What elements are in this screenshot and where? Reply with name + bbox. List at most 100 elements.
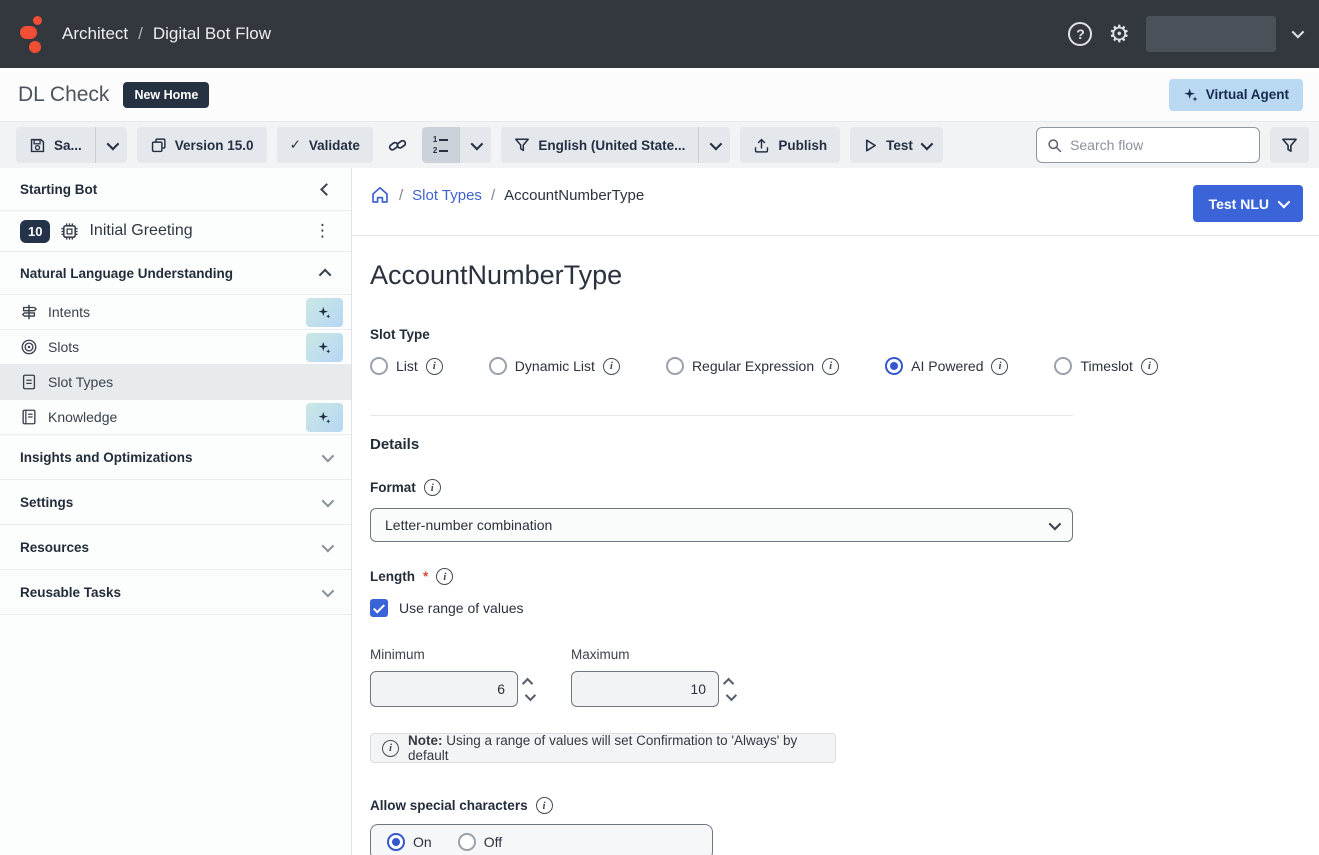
maximum-input[interactable] xyxy=(571,671,719,707)
sparkle-icon xyxy=(1183,87,1199,103)
publish-icon xyxy=(753,137,770,154)
sparkle-icon xyxy=(317,340,332,355)
user-account-menu[interactable] xyxy=(1146,16,1276,52)
sidebar-item-initial-greeting[interactable]: 10 Initial Greeting ⋮ xyxy=(0,211,351,252)
sidebar-section-reusable-tasks[interactable]: Reusable Tasks xyxy=(0,570,351,615)
radio-label: Timeslot xyxy=(1080,358,1132,374)
info-icon[interactable]: i xyxy=(536,797,553,814)
sparkle-icon xyxy=(317,305,332,320)
info-icon[interactable]: i xyxy=(822,358,839,375)
info-icon[interactable]: i xyxy=(1141,358,1158,375)
save-menu-button[interactable] xyxy=(96,127,127,163)
test-button[interactable]: Test xyxy=(850,127,943,163)
required-asterisk: * xyxy=(423,569,428,584)
flow-name: DL Check xyxy=(18,83,109,107)
info-icon[interactable]: i xyxy=(603,358,620,375)
section-label: Settings xyxy=(20,495,73,510)
radio-label: Regular Expression xyxy=(692,358,814,374)
validate-button[interactable]: ✓ Validate xyxy=(277,127,373,163)
use-range-label: Use range of values xyxy=(399,600,524,616)
step-up-icon[interactable] xyxy=(522,677,533,688)
task-count-badge: 10 xyxy=(20,220,50,243)
radio-on[interactable]: On xyxy=(387,833,432,851)
breadcrumb-slot-types[interactable]: Slot Types xyxy=(412,187,482,204)
info-icon[interactable]: i xyxy=(436,568,453,585)
user-menu-chevron-icon[interactable] xyxy=(1292,25,1301,43)
maximum-stepper[interactable] xyxy=(726,678,734,701)
page-title: Digital Bot Flow xyxy=(153,24,271,44)
language-button[interactable]: English (United State... xyxy=(501,127,699,163)
info-icon: i xyxy=(382,740,399,757)
link-button[interactable] xyxy=(383,135,412,156)
sequence-list-button[interactable]: 12 xyxy=(422,127,460,163)
sequence-list-menu-button[interactable] xyxy=(460,127,491,163)
check-icon: ✓ xyxy=(290,137,301,153)
sidebar-item-slot-types[interactable]: Slot Types xyxy=(0,365,351,400)
sidebar-section-nlu[interactable]: Natural Language Understanding xyxy=(0,252,351,295)
use-range-checkbox-row[interactable]: Use range of values xyxy=(370,599,1073,617)
step-down-icon[interactable] xyxy=(525,689,536,700)
minimum-input[interactable] xyxy=(370,671,518,707)
sidebar-item-knowledge[interactable]: Knowledge xyxy=(0,400,351,435)
radio-label: On xyxy=(413,834,432,850)
help-icon[interactable]: ? xyxy=(1068,22,1092,46)
collapse-sidebar-icon[interactable] xyxy=(322,182,331,197)
home-icon[interactable] xyxy=(370,185,390,205)
save-icon xyxy=(29,137,46,154)
section-label: Starting Bot xyxy=(20,182,97,197)
allow-special-characters-label: Allow special characters i xyxy=(370,797,1073,814)
publish-button[interactable]: Publish xyxy=(740,127,840,163)
language-menu-button[interactable] xyxy=(699,127,730,163)
app-name: Architect xyxy=(62,24,128,44)
publish-label: Publish xyxy=(778,138,827,153)
radio-label: AI Powered xyxy=(911,358,983,374)
radio-timeslot[interactable]: Timeslot i xyxy=(1054,357,1157,375)
virtual-agent-label: Virtual Agent xyxy=(1206,87,1289,102)
virtual-agent-button[interactable]: Virtual Agent xyxy=(1169,79,1303,111)
versions-icon xyxy=(150,137,167,154)
radio-off[interactable]: Off xyxy=(458,833,502,851)
sidebar-section-starting-bot[interactable]: Starting Bot xyxy=(0,168,351,211)
version-button[interactable]: Version 15.0 xyxy=(137,127,267,163)
language-filter-icon xyxy=(514,137,530,153)
search-flow-input[interactable] xyxy=(1070,137,1249,153)
breadcrumb-separator: / xyxy=(399,187,403,204)
sidebar-section-settings[interactable]: Settings xyxy=(0,480,351,525)
radio-ai-powered[interactable]: AI Powered i xyxy=(885,357,1008,375)
info-icon[interactable]: i xyxy=(424,479,441,496)
checkbox-checked-icon[interactable] xyxy=(370,599,388,617)
radio-list[interactable]: List i xyxy=(370,357,443,375)
sidebar-section-resources[interactable]: Resources xyxy=(0,525,351,570)
test-label: Test xyxy=(886,138,913,153)
info-icon[interactable]: i xyxy=(991,358,1008,375)
section-label: Reusable Tasks xyxy=(20,585,121,600)
test-nlu-button[interactable]: Test NLU xyxy=(1193,185,1303,222)
section-label: Insights and Optimizations xyxy=(20,450,193,465)
note-text: Using a range of values will set Confirm… xyxy=(408,733,797,763)
minimum-stepper[interactable] xyxy=(525,678,533,701)
item-label: Slots xyxy=(48,339,79,355)
sidebar-item-intents[interactable]: Intents xyxy=(0,295,351,330)
gear-icon[interactable]: ⚙ xyxy=(1108,22,1130,46)
slots-icon xyxy=(20,338,38,356)
slot-types-icon xyxy=(20,373,38,391)
radio-dynamic-list[interactable]: Dynamic List i xyxy=(489,357,620,375)
info-icon[interactable]: i xyxy=(426,358,443,375)
filter-button[interactable] xyxy=(1270,127,1309,163)
sidebar-item-slots[interactable]: Slots xyxy=(0,330,351,365)
ai-generate-intents-button[interactable] xyxy=(306,298,343,327)
format-select[interactable]: Letter-number combination xyxy=(370,508,1073,542)
version-label: Version 15.0 xyxy=(175,138,254,153)
step-down-icon[interactable] xyxy=(726,689,737,700)
kebab-menu-icon[interactable]: ⋮ xyxy=(314,221,331,241)
ai-generate-knowledge-button[interactable] xyxy=(306,403,343,432)
sidebar-section-insights[interactable]: Insights and Optimizations xyxy=(0,435,351,480)
radio-label: Off xyxy=(484,834,502,850)
radio-regular-expression[interactable]: Regular Expression i xyxy=(666,357,839,375)
minimum-field-group: Minimum xyxy=(370,647,533,707)
play-icon xyxy=(863,138,878,153)
ai-generate-slots-button[interactable] xyxy=(306,333,343,362)
save-button[interactable]: Sa... xyxy=(16,127,96,163)
title-separator: / xyxy=(138,24,143,44)
step-up-icon[interactable] xyxy=(723,677,734,688)
